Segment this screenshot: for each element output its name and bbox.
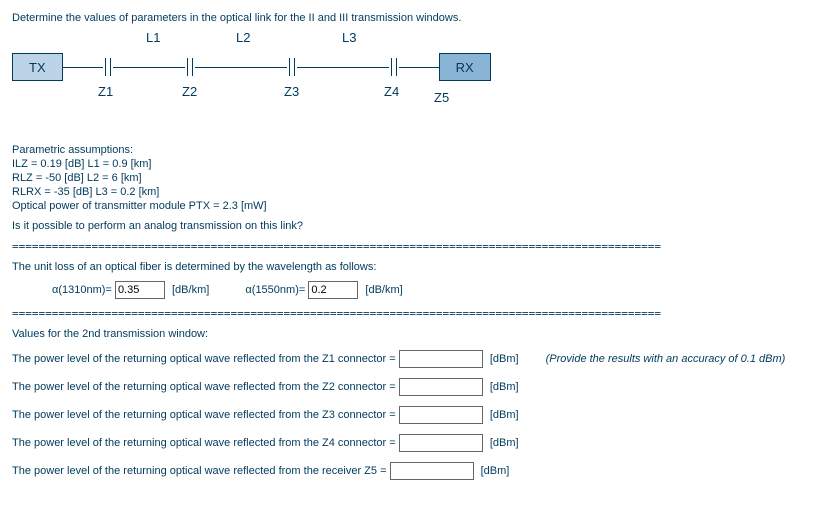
unit-z4: [dBm]: [490, 437, 519, 449]
connector-z4: [389, 58, 399, 76]
link-seg-4: [399, 67, 439, 68]
rx-box: RX: [439, 53, 491, 81]
alpha1310-label: α(1310nm)=: [52, 284, 112, 296]
label-l1: L1: [146, 30, 160, 45]
intro-text: Determine the values of parameters in th…: [12, 12, 814, 24]
connector-z1: [103, 58, 113, 76]
alpha-inputs-row: α(1310nm)= [dB/km] α(1550nm)= [dB/km]: [12, 281, 814, 299]
connector-z2: [185, 58, 195, 76]
question-z2-text: The power level of the returning optical…: [12, 381, 396, 393]
alpha1310-input[interactable]: [115, 281, 165, 299]
unit-z2: [dBm]: [490, 381, 519, 393]
label-l3: L3: [342, 30, 356, 45]
alpha1550-label: α(1550nm)=: [245, 284, 305, 296]
separator-2: ========================================…: [12, 307, 814, 320]
assumptions-line3: RLRX = -35 [dB] L3 = 0.2 [km]: [12, 186, 814, 198]
fiber-loss-intro: The unit loss of an optical fiber is det…: [12, 261, 814, 273]
answer-z4-input[interactable]: [399, 434, 483, 452]
assumptions-line4: Optical power of transmitter module PTX …: [12, 200, 814, 212]
label-z3: Z3: [284, 84, 299, 99]
answer-z5-input[interactable]: [390, 462, 474, 480]
link-seg-0: [63, 67, 103, 68]
answer-z1-input[interactable]: [399, 350, 483, 368]
window2-heading: Values for the 2nd transmission window:: [12, 328, 814, 340]
link-seg-1: [113, 67, 185, 68]
unit-z1: [dBm]: [490, 353, 519, 365]
accuracy-note: (Provide the results with an accuracy of…: [546, 353, 786, 365]
question-z2-row: The power level of the returning optical…: [12, 378, 814, 396]
separator-1: ========================================…: [12, 240, 814, 253]
link-seg-2: [195, 67, 287, 68]
label-z5: Z5: [434, 90, 449, 105]
question-z3-row: The power level of the returning optical…: [12, 406, 814, 424]
question-z5-row: The power level of the returning optical…: [12, 462, 814, 480]
question-z1-row: The power level of the returning optical…: [12, 350, 814, 368]
assumptions-block: Parametric assumptions: ILZ = 0.19 [dB] …: [12, 144, 814, 212]
optical-link-diagram: L1 L2 L3 TX RX Z1 Z2 Z3 Z4 Z5: [12, 32, 814, 128]
unit-z5: [dBm]: [481, 465, 510, 477]
alpha1550-input[interactable]: [308, 281, 358, 299]
question-z3-text: The power level of the returning optical…: [12, 409, 396, 421]
question-z1-text: The power level of the returning optical…: [12, 353, 396, 365]
alpha1550-unit: [dB/km]: [365, 284, 402, 296]
tx-box: TX: [12, 53, 63, 81]
label-l2: L2: [236, 30, 250, 45]
label-z1: Z1: [98, 84, 113, 99]
analog-question: Is it possible to perform an analog tran…: [12, 220, 814, 232]
assumptions-heading: Parametric assumptions:: [12, 144, 814, 156]
alpha1310-unit: [dB/km]: [172, 284, 209, 296]
question-z4-text: The power level of the returning optical…: [12, 437, 396, 449]
link-seg-3: [297, 67, 389, 68]
answer-z3-input[interactable]: [399, 406, 483, 424]
question-z4-row: The power level of the returning optical…: [12, 434, 814, 452]
label-z2: Z2: [182, 84, 197, 99]
unit-z3: [dBm]: [490, 409, 519, 421]
assumptions-line2: RLZ = -50 [dB] L2 = 6 [km]: [12, 172, 814, 184]
answer-z2-input[interactable]: [399, 378, 483, 396]
question-z5-text: The power level of the returning optical…: [12, 465, 387, 477]
assumptions-line1: ILZ = 0.19 [dB] L1 = 0.9 [km]: [12, 158, 814, 170]
connector-z3: [287, 58, 297, 76]
label-z4: Z4: [384, 84, 399, 99]
